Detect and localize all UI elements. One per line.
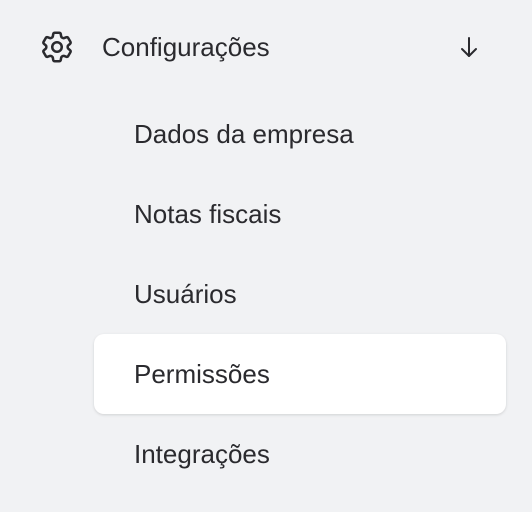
sidebar-item-dados-da-empresa[interactable]: Dados da empresa [94, 94, 506, 174]
sidebar-item-permissoes[interactable]: Permissões [94, 334, 506, 414]
gear-icon [42, 31, 72, 63]
sidebar: Configurações Dados da empresa Notas fis… [0, 0, 532, 512]
sidebar-item-notas-fiscais[interactable]: Notas fiscais [94, 174, 506, 254]
sidebar-item-label: Integrações [134, 439, 270, 469]
sidebar-item-usuarios[interactable]: Usuários [94, 254, 506, 334]
arrow-down-icon[interactable] [456, 33, 482, 61]
sidebar-item-label: Notas fiscais [134, 199, 282, 229]
sidebar-item-label: Dados da empresa [134, 119, 354, 149]
sidebar-item-label: Permissões [134, 359, 270, 389]
section-header-configuracoes[interactable]: Configurações [0, 0, 532, 94]
section-title: Configurações [102, 32, 270, 62]
sidebar-item-integracoes[interactable]: Integrações [94, 414, 506, 494]
sidebar-item-label: Usuários [134, 279, 237, 309]
